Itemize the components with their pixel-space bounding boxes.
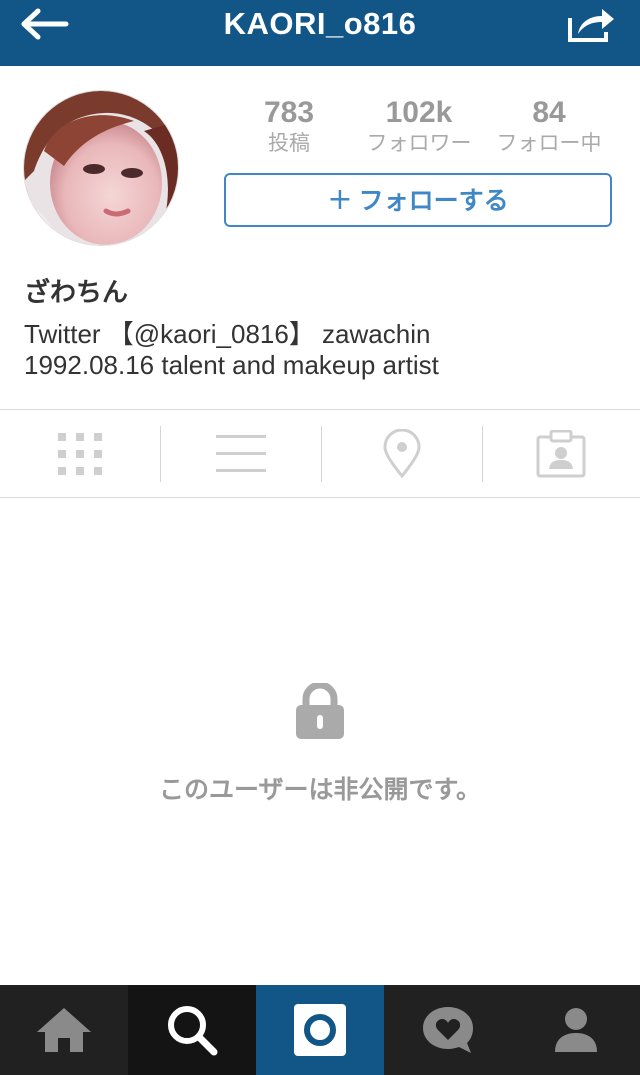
page-title: KAORI_o816 bbox=[223, 6, 417, 41]
lock-icon bbox=[296, 683, 344, 739]
tagged-photos-icon bbox=[536, 430, 586, 478]
activity-heart-icon bbox=[423, 1007, 473, 1053]
list-icon bbox=[216, 435, 266, 472]
profile-name: ざわちん bbox=[24, 278, 129, 308]
avatar bbox=[24, 91, 178, 245]
follow-button[interactable]: + フォローする bbox=[224, 173, 612, 227]
nav-profile[interactable] bbox=[512, 985, 640, 1075]
nav-camera[interactable] bbox=[256, 985, 384, 1075]
plus-icon: + bbox=[327, 182, 353, 217]
stat-label: フォロー中 bbox=[496, 131, 602, 155]
share-icon[interactable] bbox=[566, 6, 616, 44]
location-pin-icon bbox=[383, 429, 421, 479]
home-icon bbox=[37, 1008, 91, 1052]
stat-value: 783 bbox=[263, 96, 315, 129]
stat-following[interactable]: 84 フォロー中 bbox=[484, 96, 614, 156]
bio-line: Twitter 【@kaori_0816】 zawachin bbox=[24, 319, 431, 349]
nav-activity[interactable] bbox=[384, 985, 512, 1075]
search-icon bbox=[168, 1006, 218, 1056]
follow-button-label: フォローする bbox=[358, 186, 509, 215]
profile-icon bbox=[555, 1008, 597, 1052]
stat-label: フォロワー bbox=[366, 131, 472, 155]
tab-grid[interactable] bbox=[0, 410, 160, 498]
nav-home[interactable] bbox=[0, 985, 128, 1075]
stat-label: 投稿 bbox=[268, 131, 310, 155]
private-account-message: このユーザーは非公開です。 bbox=[158, 775, 481, 804]
stat-followers[interactable]: 102k フォロワー bbox=[354, 96, 484, 156]
grid-icon bbox=[58, 433, 102, 475]
stat-posts[interactable]: 783 投稿 bbox=[224, 96, 354, 156]
tab-list[interactable] bbox=[161, 410, 321, 498]
tab-location[interactable] bbox=[322, 410, 482, 498]
stat-value: 84 bbox=[532, 96, 566, 129]
view-tabs bbox=[0, 409, 640, 498]
stat-value: 102k bbox=[385, 96, 453, 129]
tab-tagged[interactable] bbox=[481, 410, 640, 498]
camera-icon bbox=[294, 1004, 346, 1056]
bottom-nav bbox=[0, 985, 640, 1075]
bio-line: 1992.08.16 talent and makeup artist bbox=[24, 350, 439, 380]
nav-search[interactable] bbox=[128, 985, 256, 1075]
top-bar: KAORI_o816 bbox=[0, 0, 640, 66]
